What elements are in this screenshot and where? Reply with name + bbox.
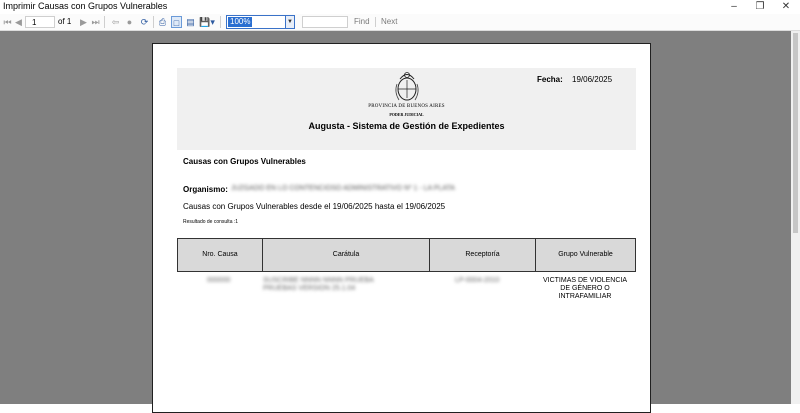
report-viewport[interactable]: PROVINCIA DE BUENOS AIRES PODER JUDICIAL… — [0, 31, 800, 413]
table-cell-nro-causa: 000000 — [207, 277, 231, 284]
column-header: Nro. Causa — [178, 239, 263, 271]
report-page: PROVINCIA DE BUENOS AIRES PODER JUDICIAL… — [152, 43, 651, 413]
page-count: of 1 — [58, 17, 72, 26]
export-icon[interactable]: 💾▾ — [199, 16, 215, 28]
page-number-input[interactable] — [25, 16, 55, 28]
organismo-label: Organismo: — [183, 185, 228, 194]
toolbar-separator — [153, 16, 154, 28]
result-count: Resultado de consulta :1 — [183, 219, 239, 225]
report-title: Causas con Grupos Vulnerables — [183, 157, 306, 166]
table-cell-receptoria: LP-0004-2010 — [455, 277, 500, 284]
next-page-icon[interactable]: ▶ — [78, 16, 89, 28]
coat-of-arms-icon — [395, 72, 419, 101]
report-viewer-window: Imprimir Causas con Grupos Vulnerables –… — [0, 0, 800, 413]
toolbar-separator — [375, 17, 376, 27]
window-title: Imprimir Causas con Grupos Vulnerables — [3, 1, 168, 11]
zoom-value: 100% — [228, 17, 253, 27]
date-label: Fecha: — [537, 75, 563, 84]
date-range-text: Causas con Grupos Vulnerables desde el 1… — [183, 202, 446, 211]
maximize-icon[interactable]: ❐ — [747, 0, 773, 14]
toolbar-separator — [104, 16, 105, 28]
date-value: 19/06/2025 — [572, 75, 613, 84]
page-setup-icon[interactable]: ▤ — [185, 16, 196, 28]
report-header: PROVINCIA DE BUENOS AIRES PODER JUDICIAL… — [177, 68, 636, 150]
vertical-scrollbar[interactable] — [791, 31, 800, 404]
chevron-down-icon[interactable]: ▼ — [285, 16, 294, 28]
find-button[interactable]: Find — [354, 17, 370, 26]
system-title: Augusta - Sistema de Gestión de Expedien… — [308, 121, 505, 131]
poder-judicial-label: PODER JUDICIAL — [389, 112, 424, 117]
table-cell-grupo-vulnerable: VICTIMAS DE VIOLENCIA DE GÉNERO O INTRAF… — [542, 277, 628, 300]
minimize-icon[interactable]: – — [721, 0, 747, 14]
zoom-select[interactable]: 100% ▼ — [226, 15, 295, 29]
last-page-icon[interactable]: ⏭ — [90, 16, 101, 28]
find-input[interactable] — [302, 16, 348, 28]
report-toolbar: ⏮ ◀ of 1 ▶ ⏭ ⇦ ● ⟳ ⎙ □ ▤ 💾▾ 100% ▼ Find … — [0, 14, 800, 31]
column-header: Receptoría — [430, 239, 536, 271]
next-button[interactable]: Next — [381, 17, 397, 26]
close-icon[interactable]: ✕ — [773, 0, 799, 14]
print-icon[interactable]: ⎙ — [157, 16, 168, 28]
province-name: PROVINCIA DE BUENOS AIRES — [368, 104, 445, 109]
stop-icon[interactable]: ● — [124, 16, 135, 28]
scrollbar-thumb[interactable] — [793, 33, 798, 233]
toolbar-separator — [220, 16, 221, 28]
table-cell-caratula: SUSCRIBE NNNN NNNN PRUEBA PRUEBAS VERSIO… — [263, 277, 374, 292]
column-header: Grupo Vulnerable — [558, 251, 613, 258]
previous-page-icon[interactable]: ◀ — [13, 16, 24, 28]
column-header: Carátula — [263, 239, 430, 271]
organismo-value: JUZGADO EN LO CONTENCIOSO ADMINISTRATIVO… — [231, 185, 455, 192]
print-layout-icon[interactable]: □ — [171, 16, 182, 28]
back-icon[interactable]: ⇦ — [110, 16, 121, 28]
refresh-icon[interactable]: ⟳ — [139, 16, 150, 28]
table-header: Nro. Causa Carátula Receptoría Grupo Vul… — [177, 238, 636, 272]
title-bar: Imprimir Causas con Grupos Vulnerables –… — [0, 0, 800, 14]
first-page-icon[interactable]: ⏮ — [2, 16, 13, 28]
